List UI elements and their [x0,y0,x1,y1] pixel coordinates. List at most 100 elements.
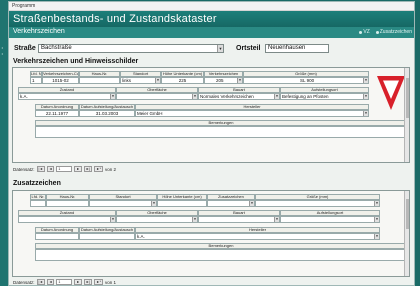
form-header: Verkehrszeichen VZ Zusatzzeichen [9,27,414,38]
strasse-label: Straße [14,45,36,52]
zustand-select[interactable]: k.A. ▼ [18,93,116,100]
scroll-thumb[interactable] [406,78,409,118]
chevron-down-icon[interactable]: ▼ [274,217,279,222]
datum-aufstellung-field-2[interactable] [79,233,135,240]
toggle-zusatz-label: Zusatzzeichen [379,29,412,35]
aufstellungsort-select-2[interactable]: ▼ [280,216,380,223]
vz-code-field[interactable]: 1015-02 [42,77,79,84]
bauart-value: Normales Verkehrszeichen [200,94,254,99]
next-record-button-2[interactable]: ► [74,279,82,285]
haus-nr-field[interactable] [79,77,120,84]
hersteller-select[interactable]: Meier GmbH ▼ [135,110,369,117]
last-record-button[interactable]: ►| [83,166,93,172]
toggle-vz-label: VZ [363,29,370,35]
section-scrollbar-2[interactable] [404,191,409,276]
record-navigator-zusatz: Datensatz: |◄ ◄ 1 ► ►| ►* von 1 [13,278,117,285]
oberflaeche-select[interactable]: ▼ [116,93,198,100]
chevron-down-icon[interactable]: ▼ [374,201,379,206]
bemerkungen-field-2[interactable] [35,249,407,261]
strasse-select[interactable]: Bachstraße ▼ [38,44,224,53]
verkehrszeichen-value: 205 [216,78,224,83]
menu-programm[interactable]: Programm [12,3,35,9]
record-total: von 2 [105,166,117,172]
chevron-down-icon[interactable]: ▼ [363,111,368,116]
hoehe-field[interactable]: 225 [161,77,204,84]
lfd-nr-field-2[interactable] [30,200,46,207]
first-record-button[interactable]: |◄ [36,166,45,172]
scroll-thumb-2[interactable] [406,199,409,229]
title-bar: Straßenbestands- und Zustandskataster [9,11,414,27]
standort-select[interactable]: links ▼ [120,77,161,84]
zustand-select-2[interactable]: ▼ [18,216,116,223]
hersteller-value-2: k.A. [137,234,145,239]
first-record-button-2[interactable]: |◄ [36,279,45,285]
chevron-down-icon[interactable]: ▼ [237,78,242,83]
aufstellungsort-value: Befestigung an Pfosten [282,94,329,99]
app-window: Programm Straßenbestands- und Zustandska… [8,1,415,286]
record-number-field[interactable]: 1 [56,166,73,172]
record-number-field-2[interactable]: 1 [56,279,73,285]
last-record-button-2[interactable]: ►| [83,279,93,285]
pager-label: Datensatz: [13,166,35,172]
prev-record-button[interactable]: ◄ [46,166,55,172]
chevron-down-icon[interactable]: ▼ [363,94,368,99]
groesse-select-2[interactable]: ▼ [255,200,380,207]
chevron-down-icon[interactable]: ▼ [374,234,379,239]
chevron-down-icon[interactable]: ▼ [151,201,156,206]
verkehrszeichen-select[interactable]: 205 ▼ [204,77,243,84]
datum-anordnung-field[interactable]: 22.11.1977 [35,110,79,117]
prev-record-button-2[interactable]: ◄ [46,279,55,285]
bemerkungen-field[interactable] [35,126,407,138]
ortsteil-value: Neuenhausen [268,45,306,51]
record-total-2: von 1 [105,279,117,285]
chevron-down-icon[interactable]: ▼ [217,45,223,52]
next-record-button[interactable]: ► [74,166,82,172]
lfd-nr-field[interactable]: 1 [30,77,42,84]
toggle-zusatz[interactable]: Zusatzzeichen [375,29,412,35]
chevron-down-icon[interactable]: ▼ [374,217,379,222]
new-record-button-2[interactable]: ►* [94,279,104,285]
new-record-button[interactable]: ►* [94,166,104,172]
zusatzzeichen-section: Lfd. Nr. Haus-Nr. Standort Höhe Unterkan… [12,190,410,277]
chevron-down-icon[interactable]: ▼ [155,78,160,83]
datum-anordnung-field-2[interactable] [35,233,79,240]
datum-aufstellung-field[interactable]: 31.03.2003 [79,110,135,117]
bauart-select[interactable]: Normales Verkehrszeichen ▼ [198,93,280,100]
menu-bar: Programm [9,2,414,11]
section-scrollbar[interactable] [404,68,409,162]
section-zusatzzeichen-title: Zusatzzeichen [13,180,61,187]
toggle-vz[interactable]: VZ [359,29,370,35]
hersteller-select-2[interactable]: k.A. ▼ [135,233,380,240]
zusatzzeichen-select[interactable]: ▼ [207,200,255,207]
pager-label-2: Datensatz: [13,279,35,285]
app-title: Straßenbestands- und Zustandskataster [13,13,217,25]
radio-icon [359,30,363,34]
chevron-down-icon[interactable]: ▼ [363,78,368,83]
bauart-select-2[interactable]: ▼ [198,216,280,223]
standort-select-2[interactable]: ▼ [89,200,157,207]
ortsteil-field[interactable]: Neuenhausen [265,44,329,53]
verkehrszeichen-section: Lfd. Nr. Verkehrszeichen-Code Haus-Nr. S… [12,67,410,163]
view-toggles: VZ Zusatzzeichen [359,29,412,35]
hoehe-field-2[interactable] [157,200,207,207]
chevron-down-icon[interactable]: ▼ [249,201,254,206]
aufstellungsort-select[interactable]: Befestigung an Pfosten ▼ [280,93,369,100]
hersteller-value: Meier GmbH [137,111,163,116]
chevron-down-icon[interactable]: ▼ [274,94,279,99]
record-navigator-vz: Datensatz: |◄ ◄ 1 ► ►| ►* von 2 [13,165,116,173]
yield-sign-icon [377,76,405,110]
oberflaeche-select-2[interactable]: ▼ [116,216,198,223]
form-title: Verkehrszeichen [13,28,65,35]
chevron-down-icon[interactable]: ▼ [110,94,115,99]
radio-icon [375,30,379,34]
standort-value: links [122,78,132,83]
form-body: Straße Bachstraße ▼ Ortsteil Neuenhausen… [9,38,414,285]
groesse-select[interactable]: SL 900 ▼ [243,77,369,84]
groesse-value: SL 900 [300,78,315,83]
chevron-down-icon[interactable]: ▼ [192,217,197,222]
haus-nr-field-2[interactable] [46,200,89,207]
chevron-down-icon[interactable]: ▼ [110,217,115,222]
section-verkehrszeichen-title: Verkehrszeichen und Hinweisschilder [13,58,139,65]
desktop-edge [0,0,8,286]
chevron-down-icon[interactable]: ▼ [192,94,197,99]
